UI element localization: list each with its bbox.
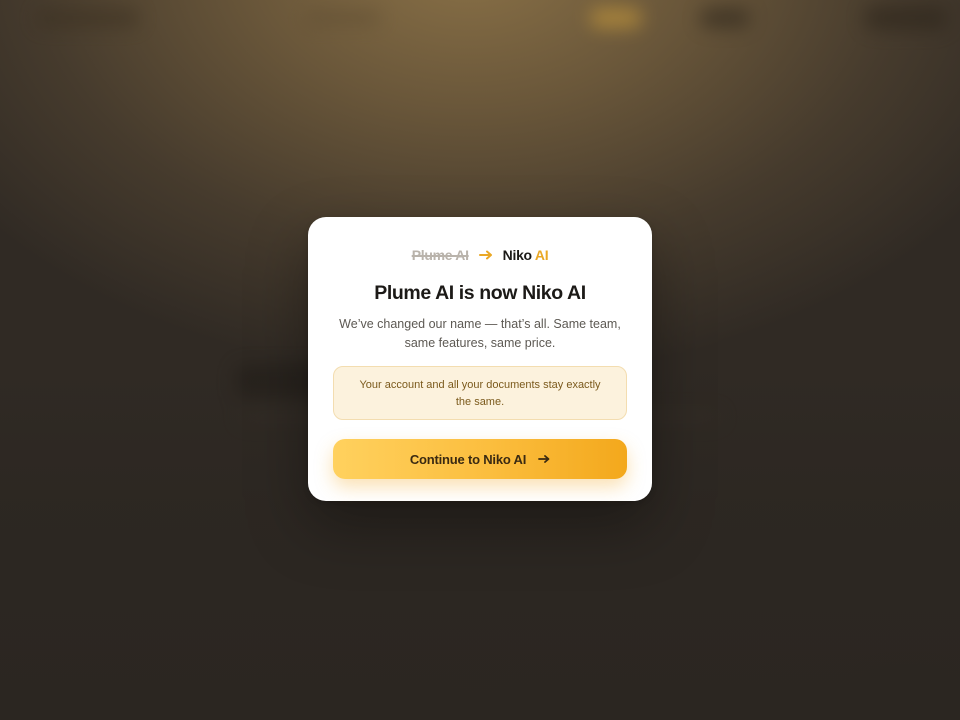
arrow-right-icon <box>478 250 493 260</box>
old-brand-name: Plume AI <box>411 247 469 263</box>
continue-button-label: Continue to Niko AI <box>409 451 527 467</box>
background-nav-link <box>306 12 380 24</box>
background-floating-button <box>868 672 944 706</box>
new-brand-name-base: Niko <box>502 247 532 263</box>
rename-indicator: Plume AI Niko AI <box>308 247 652 263</box>
background-nav-pill-active <box>590 8 642 28</box>
new-brand-name: Niko AI <box>503 247 549 263</box>
account-notice-line: Your account and all your documents stay… <box>359 379 601 391</box>
modal-subtitle-line: same features, same price. <box>404 336 556 350</box>
background-nav-pill <box>700 8 750 28</box>
account-notice: Your account and all your documents stay… <box>333 366 627 420</box>
account-notice-line: the same. <box>455 396 505 408</box>
background-navbar <box>0 6 960 30</box>
page: Plume AI Niko AI Plume AI is now Niko AI… <box>0 0 960 720</box>
modal-subtitle-line: We’ve changed our name — that’s all. Sam… <box>339 317 621 331</box>
new-brand-name-accent: AI <box>534 247 549 263</box>
modal-title: Plume AI is now Niko AI <box>374 282 586 304</box>
arrow-right-icon <box>538 454 550 464</box>
background-nav-cta <box>864 6 948 30</box>
continue-button[interactable]: Continue to Niko AI <box>333 439 627 479</box>
rename-announcement-modal: Plume AI Niko AI Plume AI is now Niko AI… <box>308 217 652 501</box>
background-logo <box>38 10 138 26</box>
modal-subtitle: We’ve changed our name — that’s all. Sam… <box>336 315 624 353</box>
background-pagination <box>454 690 506 698</box>
